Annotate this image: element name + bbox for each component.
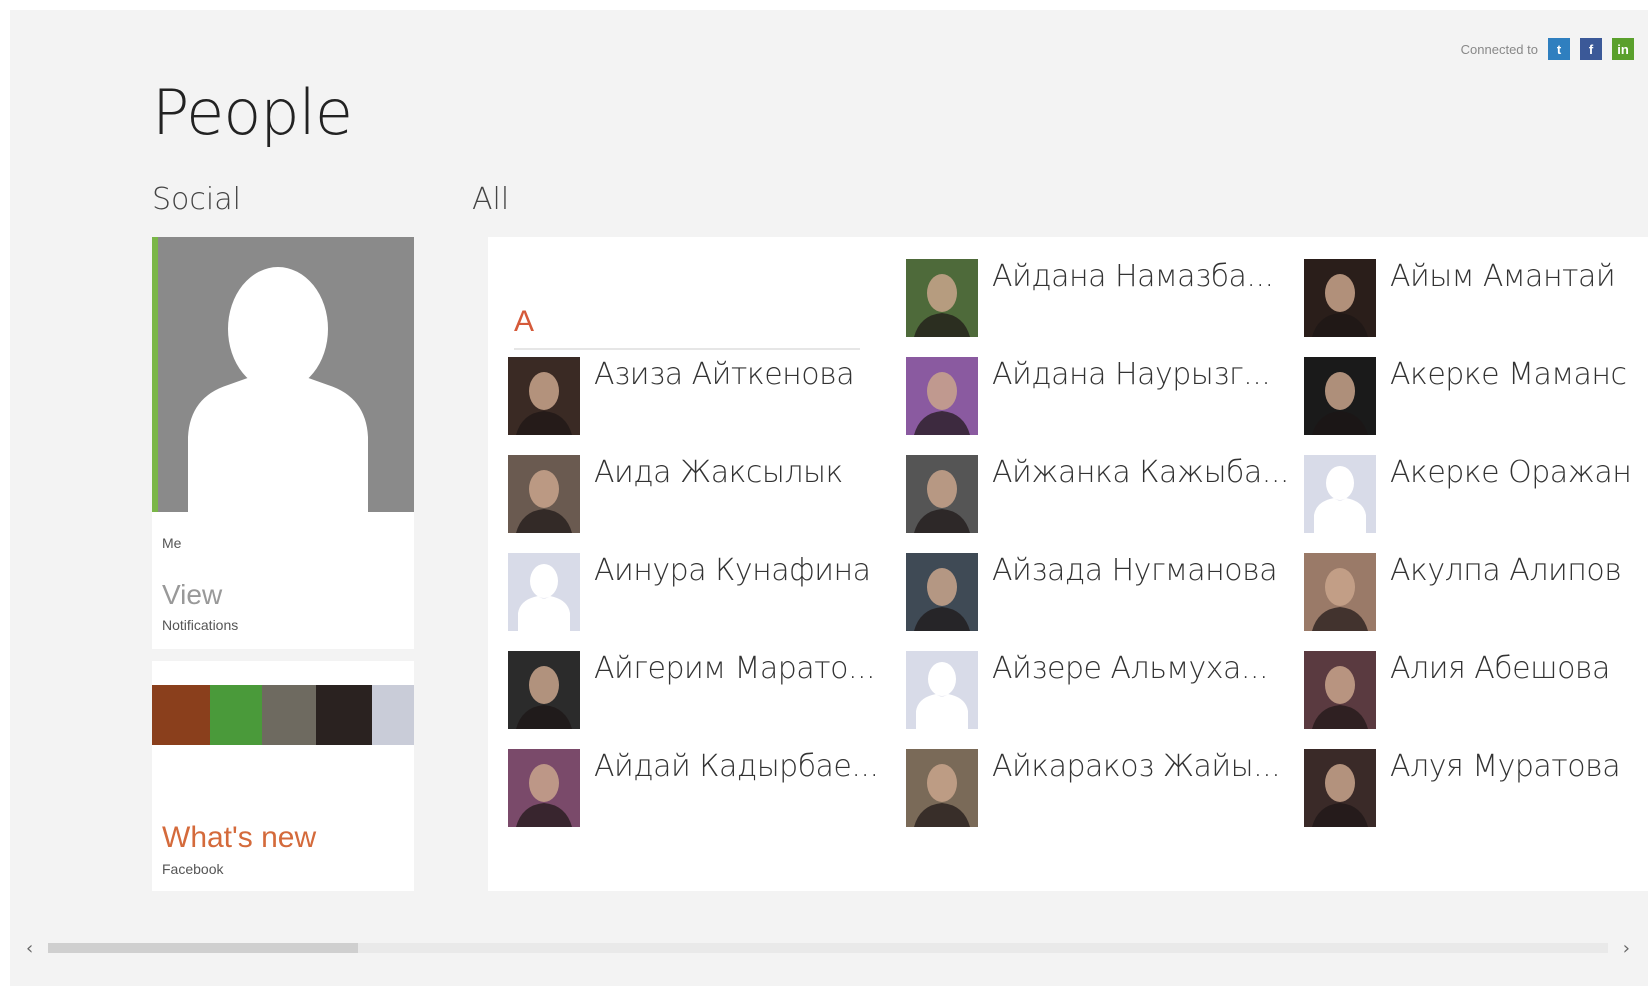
contact-photo [906, 259, 978, 337]
default-avatar-icon [1304, 455, 1376, 533]
notifications-label: Notifications [162, 617, 239, 633]
default-avatar-icon [906, 651, 978, 729]
connected-label: Connected to [1460, 41, 1538, 57]
facebook-icon[interactable]: f [1580, 38, 1602, 60]
contact-photo [508, 749, 580, 827]
contact-name: Акулпа Алипов [1390, 553, 1622, 588]
contact-photo [906, 553, 978, 631]
contact-name: Алуя Муратова [1390, 749, 1621, 784]
contact-item[interactable]: Алия Абешова [1304, 651, 1648, 731]
contact-item[interactable]: Алуя Муратова [1304, 749, 1648, 829]
default-avatar-icon [508, 553, 580, 631]
contact-item[interactable]: Айзере Альмуха... [906, 651, 1306, 731]
contact-item[interactable]: Айым Амантай [1304, 259, 1648, 339]
contact-photo [508, 455, 580, 533]
contact-name: Айжанка Кажыба... [992, 455, 1289, 490]
contact-photo [1304, 259, 1376, 337]
contact-item[interactable]: Акулпа Алипов [1304, 553, 1648, 633]
contact-name: Аинура Кунафина [594, 553, 871, 588]
contact-name: Айдана Наурызг... [992, 357, 1271, 392]
contact-name: Айгерим Марато... [594, 651, 876, 686]
contact-name: Акерке Оражан [1390, 455, 1632, 490]
linkedin-icon[interactable]: in [1612, 38, 1634, 60]
contact-name: Азиза Айткенова [594, 357, 855, 392]
contact-item[interactable]: Айкаракоз Жайы... [906, 749, 1306, 829]
view-link[interactable]: View [162, 579, 222, 611]
contact-item[interactable]: Аинура Кунафина [508, 553, 908, 633]
contact-photo [1304, 749, 1376, 827]
contact-photo [1304, 553, 1376, 631]
contact-name: Айдай Кадырбае... [594, 749, 879, 784]
contact-name: Айкаракоз Жайы... [992, 749, 1281, 784]
contact-photo [508, 651, 580, 729]
page-title: People [152, 76, 353, 149]
scroll-right-icon[interactable]: › [1623, 938, 1630, 959]
social-heading[interactable]: Social [152, 182, 241, 217]
contact-name: Айзада Нугманова [992, 553, 1278, 588]
me-tile[interactable]: Me View Notifications [152, 237, 414, 649]
contact-item[interactable]: Айгерим Марато... [508, 651, 908, 731]
scroll-left-icon[interactable]: ‹ [26, 938, 33, 959]
letter-divider [514, 348, 860, 350]
contact-photo [906, 749, 978, 827]
contact-item[interactable]: Айжанка Кажыба... [906, 455, 1306, 535]
whats-new-title: What's new [162, 821, 317, 854]
contact-name: Алия Абешова [1390, 651, 1610, 686]
contact-item[interactable]: Азиза Айткенова [508, 357, 908, 437]
scroll-thumb[interactable] [48, 943, 358, 953]
all-heading[interactable]: All [472, 182, 509, 217]
horizontal-scrollbar[interactable]: ‹ › [10, 938, 1648, 959]
connected-services: Connected to t f in [1461, 38, 1634, 60]
contact-item[interactable]: Айдай Кадырбае... [508, 749, 908, 829]
contact-name: Айдана Намазба... [992, 259, 1274, 294]
people-app: Connected to t f in People Social All Me… [10, 10, 1648, 986]
contact-item[interactable]: Акерке Маманс [1304, 357, 1648, 437]
all-contacts-panel: A Азиза Айткенова Аида Жаксылык Аинура Кун… [488, 237, 1648, 891]
contact-name: Айым Амантай [1390, 259, 1616, 294]
contact-name: Акерке Маманс [1390, 357, 1627, 392]
contact-item[interactable]: Акерке Оражан [1304, 455, 1648, 535]
contact-item[interactable]: Айдана Намазба... [906, 259, 1306, 339]
contact-photo [906, 357, 978, 435]
contact-name: Аида Жаксылык [594, 455, 843, 490]
contact-item[interactable]: Айдана Наурызг... [906, 357, 1306, 437]
letter-group-header[interactable]: A [514, 305, 534, 339]
contact-photo [1304, 651, 1376, 729]
whats-new-photo-strip [152, 685, 414, 745]
me-avatar [152, 237, 414, 512]
me-label: Me [162, 535, 182, 551]
whats-new-tile[interactable]: What's new Facebook [152, 661, 414, 891]
contact-item[interactable]: Айзада Нугманова [906, 553, 1306, 633]
contact-photo [508, 357, 580, 435]
contact-name: Айзере Альмуха... [992, 651, 1269, 686]
whats-new-source: Facebook [162, 861, 224, 877]
person-silhouette-icon [188, 267, 368, 512]
contact-item[interactable]: Аида Жаксылык [508, 455, 908, 535]
contact-photo [1304, 357, 1376, 435]
twitter-icon[interactable]: t [1548, 38, 1570, 60]
contact-photo [906, 455, 978, 533]
